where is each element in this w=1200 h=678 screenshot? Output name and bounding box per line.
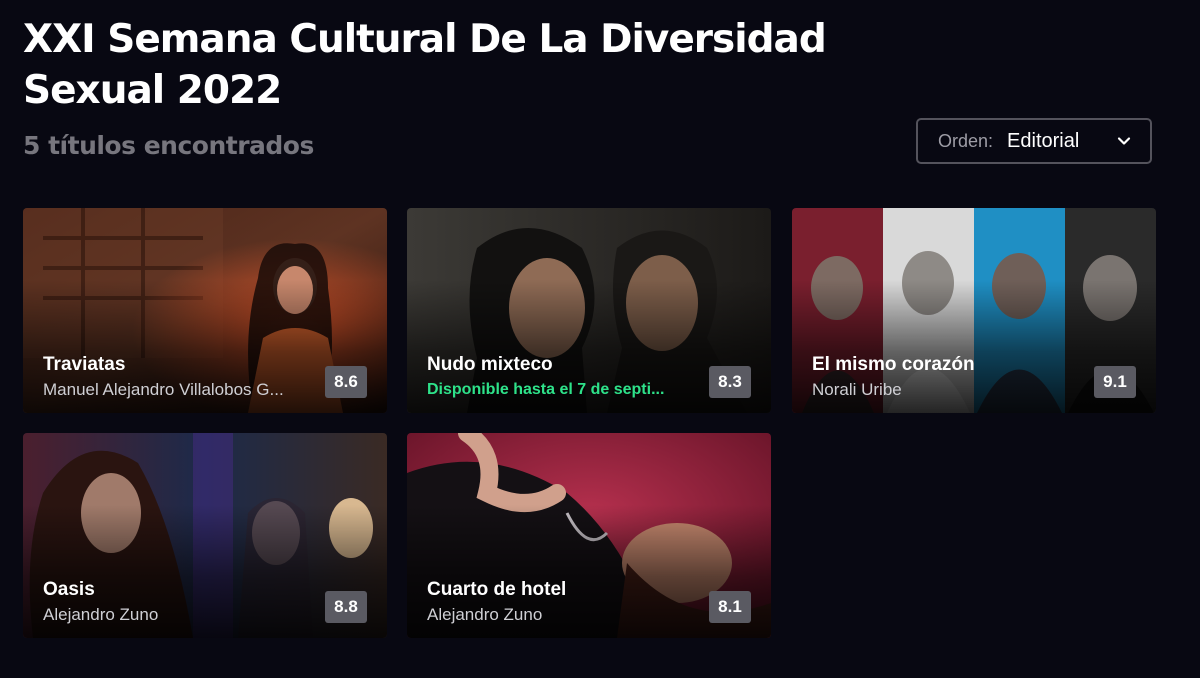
page-title: XXI Semana Cultural De La Diversidad Sex… xyxy=(23,17,827,113)
film-director: Manuel Alejandro Villalobos G... xyxy=(43,380,284,399)
results-count: 5 títulos encontrados xyxy=(23,131,314,160)
rating-badge: 8.8 xyxy=(325,591,367,623)
film-title: Oasis xyxy=(43,579,95,600)
film-director: Norali Uribe xyxy=(812,380,902,399)
film-director: Alejandro Zuno xyxy=(43,605,159,624)
availability-text: Disponible hasta el 7 de septi... xyxy=(427,381,665,398)
sort-dropdown[interactable]: Orden: Editorial xyxy=(916,118,1152,164)
film-card-oasis[interactable]: Oasis Alejandro Zuno 8.8 xyxy=(23,433,387,638)
film-title: Nudo mixteco xyxy=(427,354,553,375)
chevron-down-icon xyxy=(1116,133,1132,149)
sort-label: Orden: xyxy=(938,130,994,151)
film-card-el-mismo-corazon[interactable]: El mismo corazón Norali Uribe 9.1 xyxy=(792,208,1156,413)
sort-value: Editorial xyxy=(1007,129,1080,152)
film-card-cuarto-de-hotel[interactable]: Cuarto de hotel Alejandro Zuno 8.1 xyxy=(407,433,771,638)
film-card-nudo-mixteco[interactable]: Nudo mixteco Disponible hasta el 7 de se… xyxy=(407,208,771,413)
film-title: Traviatas xyxy=(43,354,126,375)
film-director: Alejandro Zuno xyxy=(427,605,543,624)
rating-badge: 8.3 xyxy=(709,366,751,398)
film-card-traviatas[interactable]: Traviatas Manuel Alejandro Villalobos G.… xyxy=(23,208,387,413)
rating-badge: 8.1 xyxy=(709,591,751,623)
film-title: Cuarto de hotel xyxy=(427,579,567,600)
rating-badge: 8.6 xyxy=(325,366,367,398)
rating-badge: 9.1 xyxy=(1094,366,1136,398)
film-title: El mismo corazón xyxy=(812,354,975,375)
